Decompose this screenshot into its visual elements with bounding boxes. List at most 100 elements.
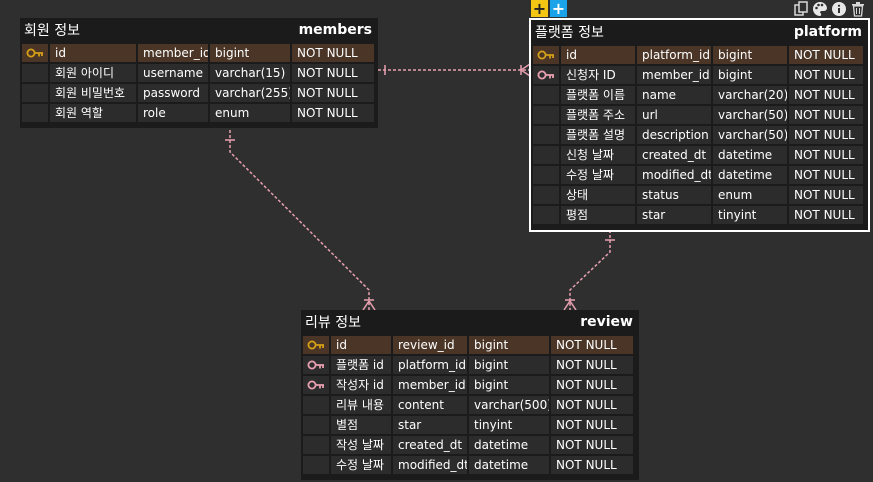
column-name: review_id: [393, 336, 467, 354]
table-row[interactable]: 별점 star tinyint NOT NULL: [303, 416, 637, 434]
null-constraint: NOT NULL: [551, 376, 633, 394]
table-row[interactable]: 플랫폼 id platform_id bigint NOT NULL: [303, 356, 637, 374]
table-row[interactable]: id member_id bigint NOT NULL: [22, 44, 376, 62]
column-type: datetime: [469, 436, 549, 454]
table-row[interactable]: 평점 star tinyint NOT NULL: [533, 206, 866, 224]
table-rows: id member_id bigint NOT NULL 회원 아이디 username v…: [20, 42, 378, 128]
column-name: description: [637, 126, 711, 144]
field-label: 플랫폼 id: [331, 356, 391, 374]
foreign-key-icon: [533, 66, 559, 84]
table-row[interactable]: 수정 날짜 modified_dt datetime NOT NULL: [303, 456, 637, 474]
field-label: 플랫폼 설명: [561, 126, 635, 144]
column-type: tinyint: [469, 416, 549, 434]
null-constraint: NOT NULL: [789, 46, 863, 64]
null-constraint: NOT NULL: [292, 64, 374, 82]
column-type: varchar(15): [210, 64, 290, 82]
table-row[interactable]: 상태 status enum NOT NULL: [533, 186, 866, 204]
column-name: name: [637, 86, 711, 104]
field-label: 상태: [561, 186, 635, 204]
table-row[interactable]: id platform_id bigint NOT NULL: [533, 46, 866, 64]
key-cell: [22, 64, 48, 82]
table-row[interactable]: 플랫폼 설명 description varchar(50) NOT NULL: [533, 126, 866, 144]
field-label: 작성 날짜: [331, 436, 391, 454]
table-row[interactable]: 회원 역할 role enum NOT NULL: [22, 104, 376, 122]
primary-key-icon: [303, 336, 329, 354]
field-label: 별점: [331, 416, 391, 434]
table-title-en: platform: [793, 24, 862, 40]
key-cell: [303, 416, 329, 434]
field-label: id: [331, 336, 391, 354]
relation-platform-review[interactable]: [569, 230, 611, 310]
null-constraint: NOT NULL: [789, 106, 863, 124]
column-name: star: [637, 206, 711, 224]
null-constraint: NOT NULL: [789, 146, 863, 164]
key-cell: [303, 396, 329, 414]
add-blue-button[interactable]: +: [550, 0, 567, 18]
key-cell: [533, 186, 559, 204]
foreign-key-icon: [303, 376, 329, 394]
table-action-toolbar: [792, 0, 866, 17]
key-cell: [533, 166, 559, 184]
field-label: 회원 역할: [50, 104, 136, 122]
table-row[interactable]: id review_id bigint NOT NULL: [303, 336, 637, 354]
field-label: id: [561, 46, 635, 64]
field-label: 작성자 id: [331, 376, 391, 394]
column-type: varchar(500): [469, 396, 549, 414]
relation-members-review[interactable]: [229, 130, 370, 310]
field-label: 수정 날짜: [561, 166, 635, 184]
column-type: varchar(20): [713, 86, 787, 104]
column-name: modified_dt: [637, 166, 711, 184]
null-constraint: NOT NULL: [551, 356, 633, 374]
table-row[interactable]: 회원 아이디 username varchar(15) NOT NULL: [22, 64, 376, 82]
field-label: 신청자 ID: [561, 66, 635, 84]
column-type: tinyint: [713, 206, 787, 224]
table-row[interactable]: 작성자 id member_id bigint NOT NULL: [303, 376, 637, 394]
null-constraint: NOT NULL: [551, 396, 633, 414]
field-label: 평점: [561, 206, 635, 224]
table-rows: id platform_id bigint NOT NULL 신청자 ID member_…: [531, 44, 868, 230]
table-review[interactable]: 리뷰 정보 review id review_id bigint NOT NULL 플랫…: [301, 310, 639, 480]
key-cell: [533, 146, 559, 164]
table-row[interactable]: 플랫폼 이름 name varchar(20) NOT NULL: [533, 86, 866, 104]
table-header[interactable]: 회원 정보 members: [20, 18, 378, 42]
trash-icon[interactable]: [849, 0, 866, 17]
table-title-ko: 리뷰 정보: [305, 315, 361, 331]
primary-key-icon: [22, 44, 48, 62]
column-name: status: [637, 186, 711, 204]
column-type: varchar(255): [210, 84, 290, 102]
key-cell: [533, 106, 559, 124]
null-constraint: NOT NULL: [551, 456, 633, 474]
column-type: bigint: [713, 46, 787, 64]
table-row[interactable]: 리뷰 내용 content varchar(500) NOT NULL: [303, 396, 637, 414]
table-row[interactable]: 신청 날짜 created_dt datetime NOT NULL: [533, 146, 866, 164]
field-label: 플랫폼 이름: [561, 86, 635, 104]
column-name: star: [393, 416, 467, 434]
table-title-ko: 플랫폼 정보: [535, 25, 604, 41]
table-row[interactable]: 신청자 ID member_id bigint NOT NULL: [533, 66, 866, 84]
table-row[interactable]: 플랫폼 주소 url varchar(50) NOT NULL: [533, 106, 866, 124]
field-label: id: [50, 44, 136, 62]
info-icon[interactable]: [830, 0, 847, 17]
table-header[interactable]: 플랫폼 정보 platform: [531, 20, 868, 44]
table-row[interactable]: 수정 날짜 modified_dt datetime NOT NULL: [533, 166, 866, 184]
table-members[interactable]: 회원 정보 members id member_id bigint NOT NULL 회…: [20, 18, 378, 128]
null-constraint: NOT NULL: [789, 206, 863, 224]
key-cell: [22, 104, 48, 122]
column-type: varchar(50): [713, 126, 787, 144]
table-header[interactable]: 리뷰 정보 review: [301, 310, 639, 334]
table-row[interactable]: 회원 비밀번호 password varchar(255) NOT NULL: [22, 84, 376, 102]
column-name: role: [138, 104, 208, 122]
field-label: 플랫폼 주소: [561, 106, 635, 124]
column-name: member_id: [138, 44, 208, 62]
column-name: modified_dt: [393, 456, 467, 474]
add-yellow-button[interactable]: +: [531, 0, 548, 18]
table-add-toolbar: + +: [531, 0, 567, 18]
key-cell: [533, 206, 559, 224]
table-platform[interactable]: 플랫폼 정보 platform id platform_id bigint NOT N…: [529, 18, 870, 232]
table-row[interactable]: 작성 날짜 created_dt datetime NOT NULL: [303, 436, 637, 454]
palette-icon[interactable]: [811, 0, 828, 17]
copy-icon[interactable]: [792, 0, 809, 17]
null-constraint: NOT NULL: [292, 44, 374, 62]
column-name: created_dt: [393, 436, 467, 454]
null-constraint: NOT NULL: [789, 126, 863, 144]
